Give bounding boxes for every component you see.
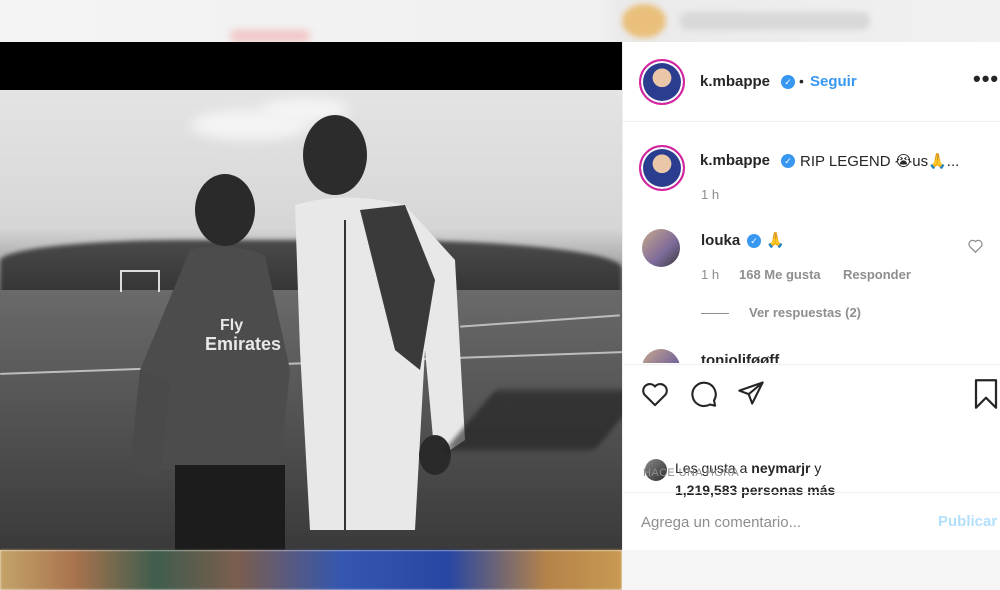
user-avatar[interactable] bbox=[639, 59, 685, 105]
likes-user[interactable]: neymarjr bbox=[751, 460, 810, 476]
like-heart-icon[interactable] bbox=[641, 381, 669, 407]
blurred-avatar bbox=[622, 4, 666, 38]
caption-time: 1 h bbox=[701, 187, 720, 202]
commenter-avatar[interactable] bbox=[642, 229, 680, 267]
blurred-header-text bbox=[680, 12, 870, 30]
blurred-shape bbox=[230, 30, 310, 42]
reply-button[interactable]: Responder bbox=[843, 267, 911, 282]
caption-text: RIP LEGEND 😭us🙏... bbox=[800, 153, 960, 170]
background-bottom-blur bbox=[0, 550, 622, 590]
replies-divider bbox=[701, 313, 729, 314]
commenter-avatar[interactable] bbox=[642, 349, 680, 363]
comment-username[interactable]: tonioliføøff bbox=[701, 352, 779, 363]
comment-likes[interactable]: 168 Me gusta bbox=[739, 267, 821, 282]
comment-username[interactable]: louka bbox=[701, 232, 740, 249]
shirt-sponsor-line1: Fly bbox=[220, 317, 243, 334]
add-comment-input[interactable] bbox=[641, 511, 911, 533]
background-bottom-right bbox=[622, 550, 1000, 590]
like-comment-icon[interactable] bbox=[968, 239, 983, 253]
publish-button[interactable]: Publicar bbox=[938, 513, 997, 530]
verified-badge-icon: ✓ bbox=[781, 154, 795, 168]
comment-box: Publicar bbox=[623, 492, 1000, 550]
comment-text: 🙏 bbox=[766, 232, 785, 249]
comment-time: 1 h bbox=[701, 267, 720, 282]
caption-avatar[interactable] bbox=[639, 145, 685, 191]
follow-button[interactable]: Seguir bbox=[810, 73, 857, 90]
more-options-icon[interactable]: ••• bbox=[973, 66, 999, 92]
view-replies-button[interactable]: Ver respuestas (2) bbox=[749, 305, 861, 320]
background-top-blur bbox=[0, 0, 1000, 42]
separator-dot: • bbox=[799, 73, 804, 89]
shirt-sponsor-line2: Emirates bbox=[205, 334, 281, 354]
verified-badge-icon: ✓ bbox=[747, 234, 761, 248]
post-timestamp: HACE UNA HORA bbox=[643, 467, 740, 479]
comments-list[interactable]: k.mbappe ✓ RIP LEGEND 😭us🙏... 1 h louka … bbox=[623, 123, 1000, 363]
share-paper-plane-icon[interactable] bbox=[737, 380, 765, 406]
player-right-figure bbox=[295, 115, 465, 530]
player-left-figure: Fly Emirates bbox=[130, 174, 290, 550]
post-header: k.mbappe ✓ • Seguir ••• bbox=[623, 42, 1000, 122]
caption-username[interactable]: k.mbappe bbox=[700, 152, 770, 169]
header-username[interactable]: k.mbappe bbox=[700, 73, 770, 90]
verified-badge-icon: ✓ bbox=[781, 75, 795, 89]
comment-bubble-icon[interactable] bbox=[689, 380, 719, 408]
photo-image: Fly Emirates bbox=[0, 90, 622, 550]
likes-suffix: y bbox=[814, 460, 822, 476]
post-photo[interactable]: Fly Emirates bbox=[0, 42, 622, 550]
post-side-panel: k.mbappe ✓ • Seguir ••• k.mbappe ✓ RIP L… bbox=[622, 42, 1000, 550]
save-bookmark-icon[interactable] bbox=[973, 379, 999, 409]
